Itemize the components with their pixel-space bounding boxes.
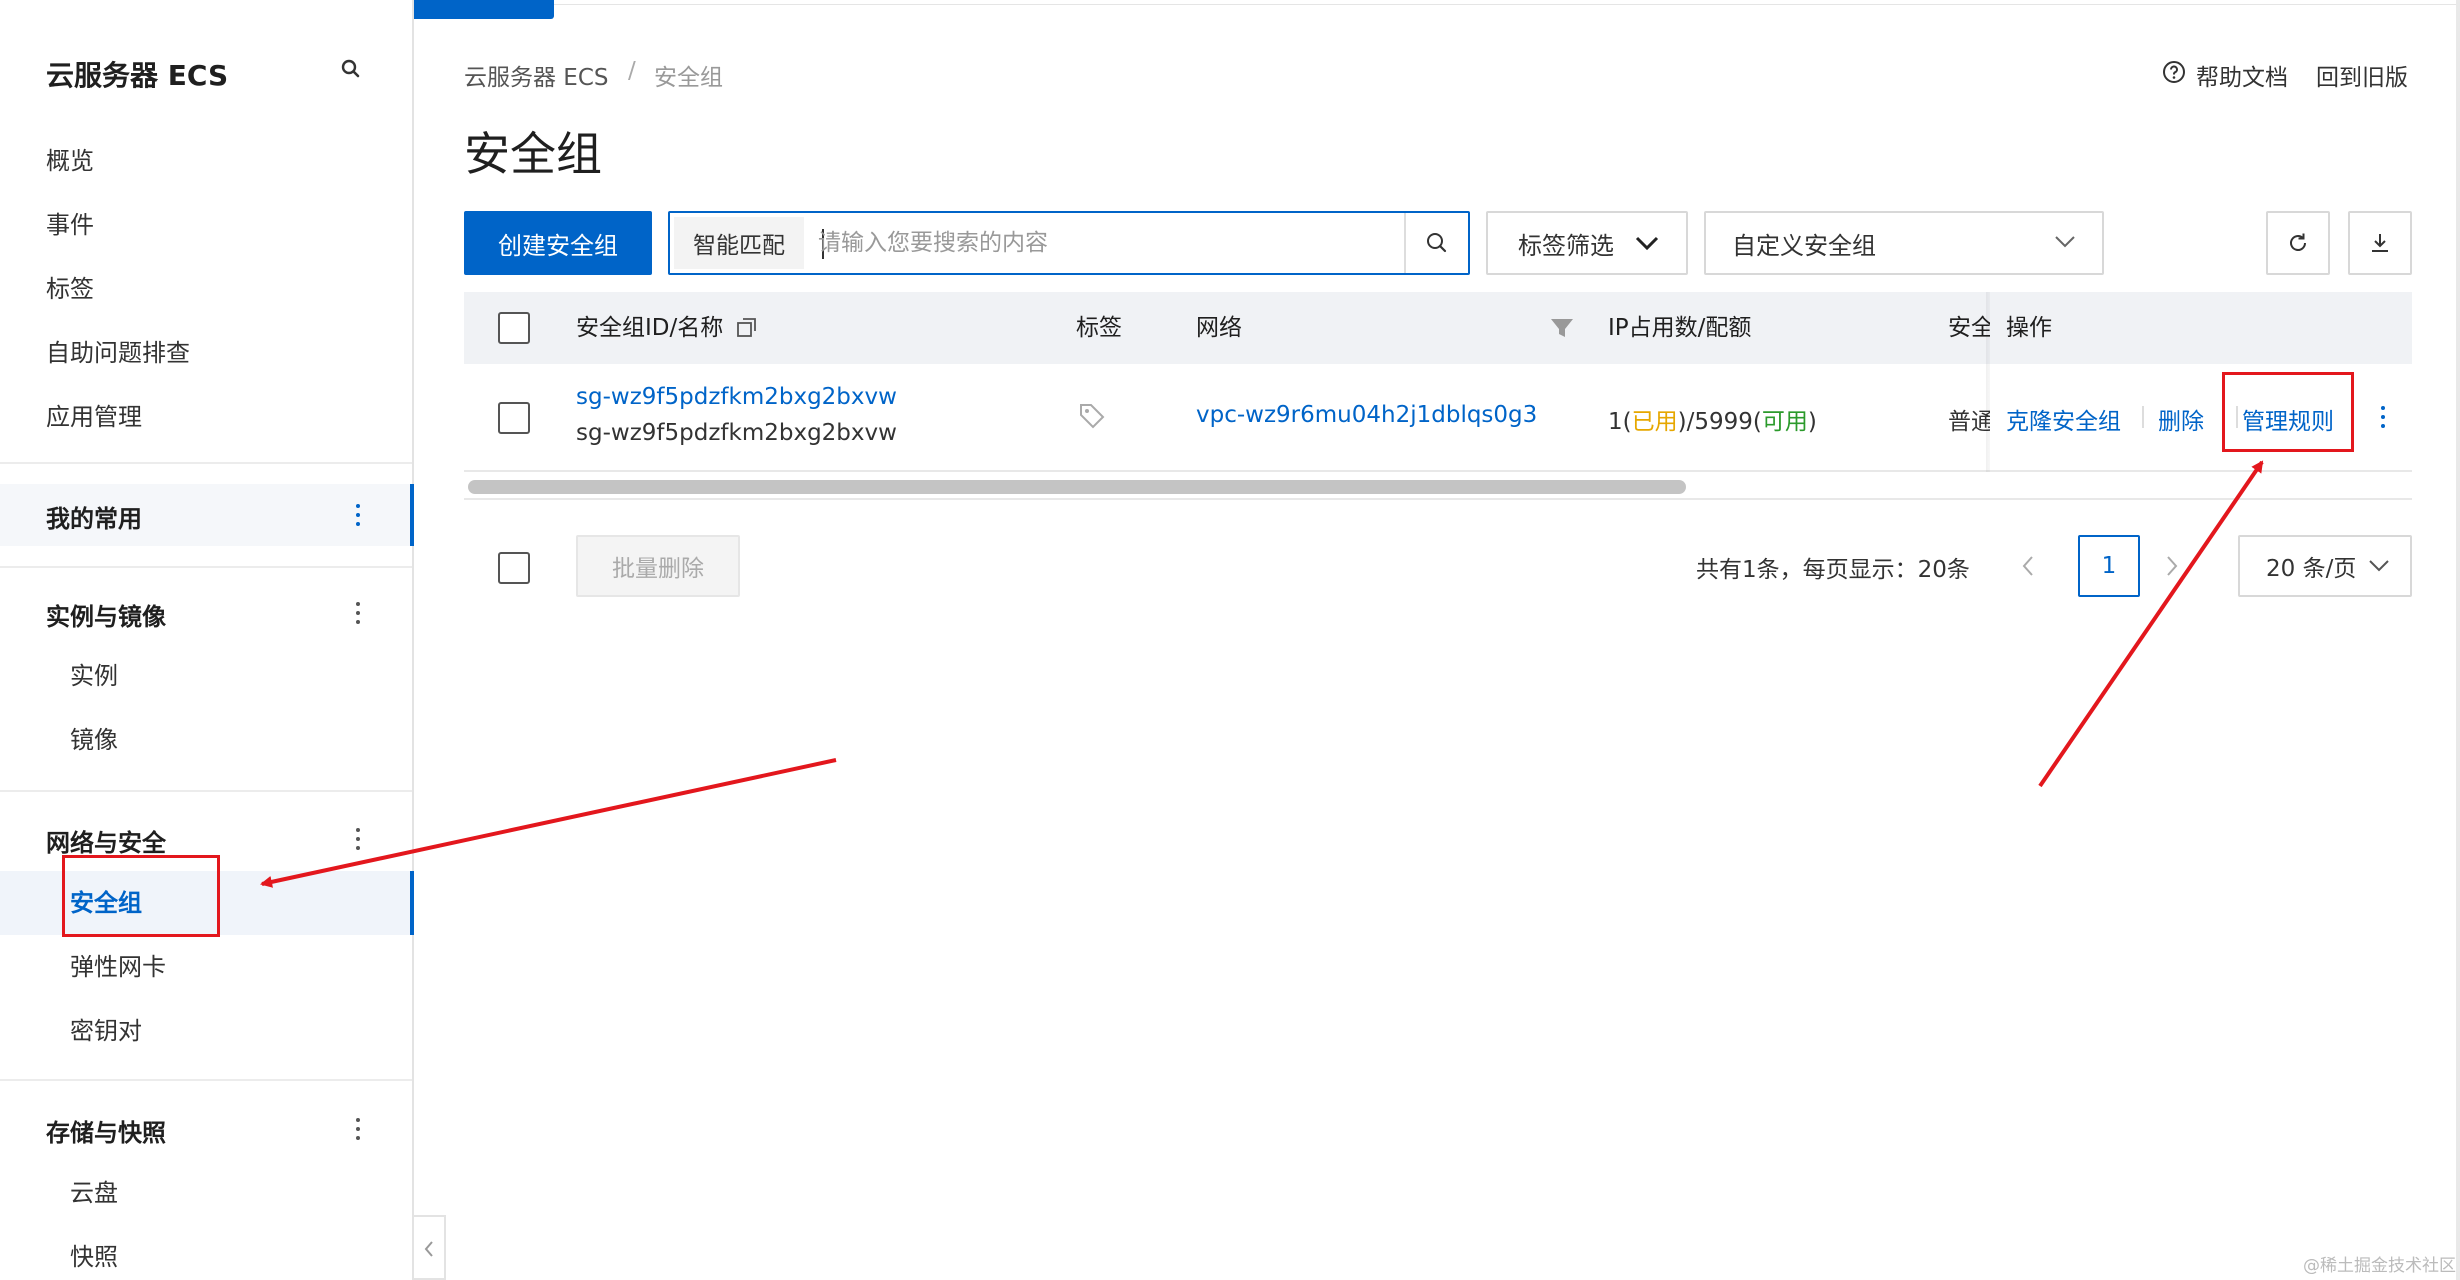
annotation-arrow-sidebar	[260, 758, 837, 888]
watermark: @稀土掘金技术社区	[2303, 1256, 2456, 1276]
annotation-arrow-manage	[2038, 460, 2264, 788]
annotation-arrows	[260, 460, 2264, 888]
